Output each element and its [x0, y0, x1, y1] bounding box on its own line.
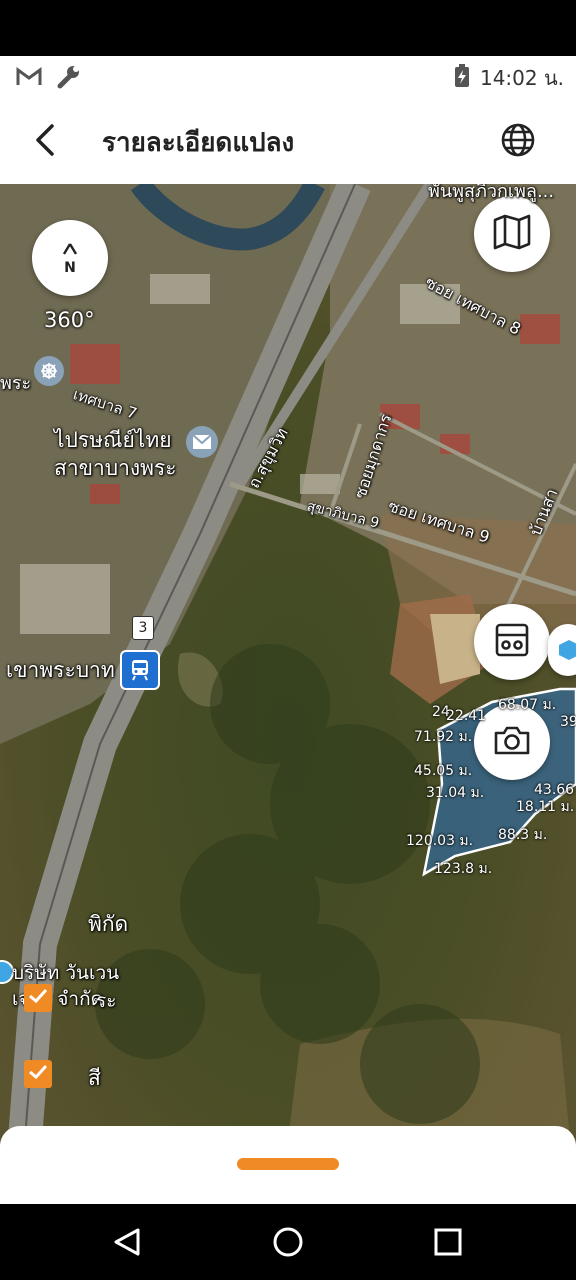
measurement-label: 123.8 ม. [434, 861, 493, 877]
app-header: รายละเอียดแปลง [0, 96, 576, 184]
train-icon [120, 650, 160, 690]
nav-home-icon[interactable] [268, 1222, 308, 1262]
gmail-icon [16, 67, 42, 91]
compass-north-label: N [64, 259, 76, 276]
layer-checkbox-1[interactable] [24, 984, 52, 1012]
nav-back-icon[interactable] [108, 1222, 148, 1262]
temple-icon [34, 356, 64, 386]
rotation-label: 360° [44, 308, 95, 332]
report-button[interactable] [474, 604, 550, 680]
compass-icon: N [60, 241, 80, 276]
place-label-phra: พระ [0, 373, 32, 394]
map-imagery [0, 184, 576, 1204]
cube-icon [558, 638, 576, 666]
measurement-label: 18.11 ม. [516, 799, 575, 815]
status-bar: 14:02 น. [0, 56, 576, 96]
side-3d-button[interactable] [548, 624, 576, 676]
measurement-label: 120.03 ม. [406, 833, 474, 849]
top-black-bar [0, 0, 576, 56]
measurement-label: 68.07 ม. [498, 697, 557, 713]
checkmark-icon [28, 1064, 48, 1084]
nav-recents-icon[interactable] [428, 1222, 468, 1262]
place-label-top: พันพูสุภิวกเพลู... [428, 184, 555, 202]
layer-checkbox-2[interactable] [24, 1060, 52, 1088]
coordinate-label: พิกัด [88, 912, 129, 936]
measurement-label: 31.04 ม. [426, 785, 485, 801]
document-icon [493, 621, 531, 663]
measurement-label: 71.92 ม. [414, 729, 473, 745]
bottom-sheet[interactable] [0, 1126, 576, 1204]
map-icon [492, 214, 532, 254]
compass-button[interactable]: N [32, 220, 108, 296]
camera-icon [493, 724, 531, 760]
measurement-label: 88.3 ม. [498, 827, 548, 843]
route-badge: 3 [132, 616, 154, 640]
measurement-label: 39 [560, 714, 576, 730]
post-office-label-line2: สาขาบางพระ [54, 456, 177, 480]
map-layers-button[interactable] [474, 196, 550, 272]
satellite-map[interactable]: N 360° พันพูสุภิวกเพลู... พระ เทศบาล 7 ไ… [0, 184, 576, 1204]
status-time: 14:02 น. [479, 66, 564, 90]
route-badge-number: 3 [138, 620, 148, 636]
measurement-label: 45.05 ม. [414, 763, 473, 779]
battery-charging-icon [454, 63, 470, 93]
page-title: รายละเอียดแปลง [102, 128, 295, 158]
color-label: สี [88, 1066, 101, 1090]
system-nav-bar [0, 1204, 576, 1280]
sheet-drag-handle[interactable] [237, 1158, 339, 1170]
station-label: เขาพระบาท [6, 658, 115, 682]
company-label-overlap: ระ [96, 990, 117, 1012]
globe-icon[interactable] [500, 122, 536, 158]
measurement-label: 22.41 [446, 708, 487, 724]
post-office-icon [186, 426, 218, 458]
checkmark-icon [28, 988, 48, 1008]
wrench-icon [56, 64, 82, 94]
arrow-left-icon[interactable] [30, 120, 64, 160]
